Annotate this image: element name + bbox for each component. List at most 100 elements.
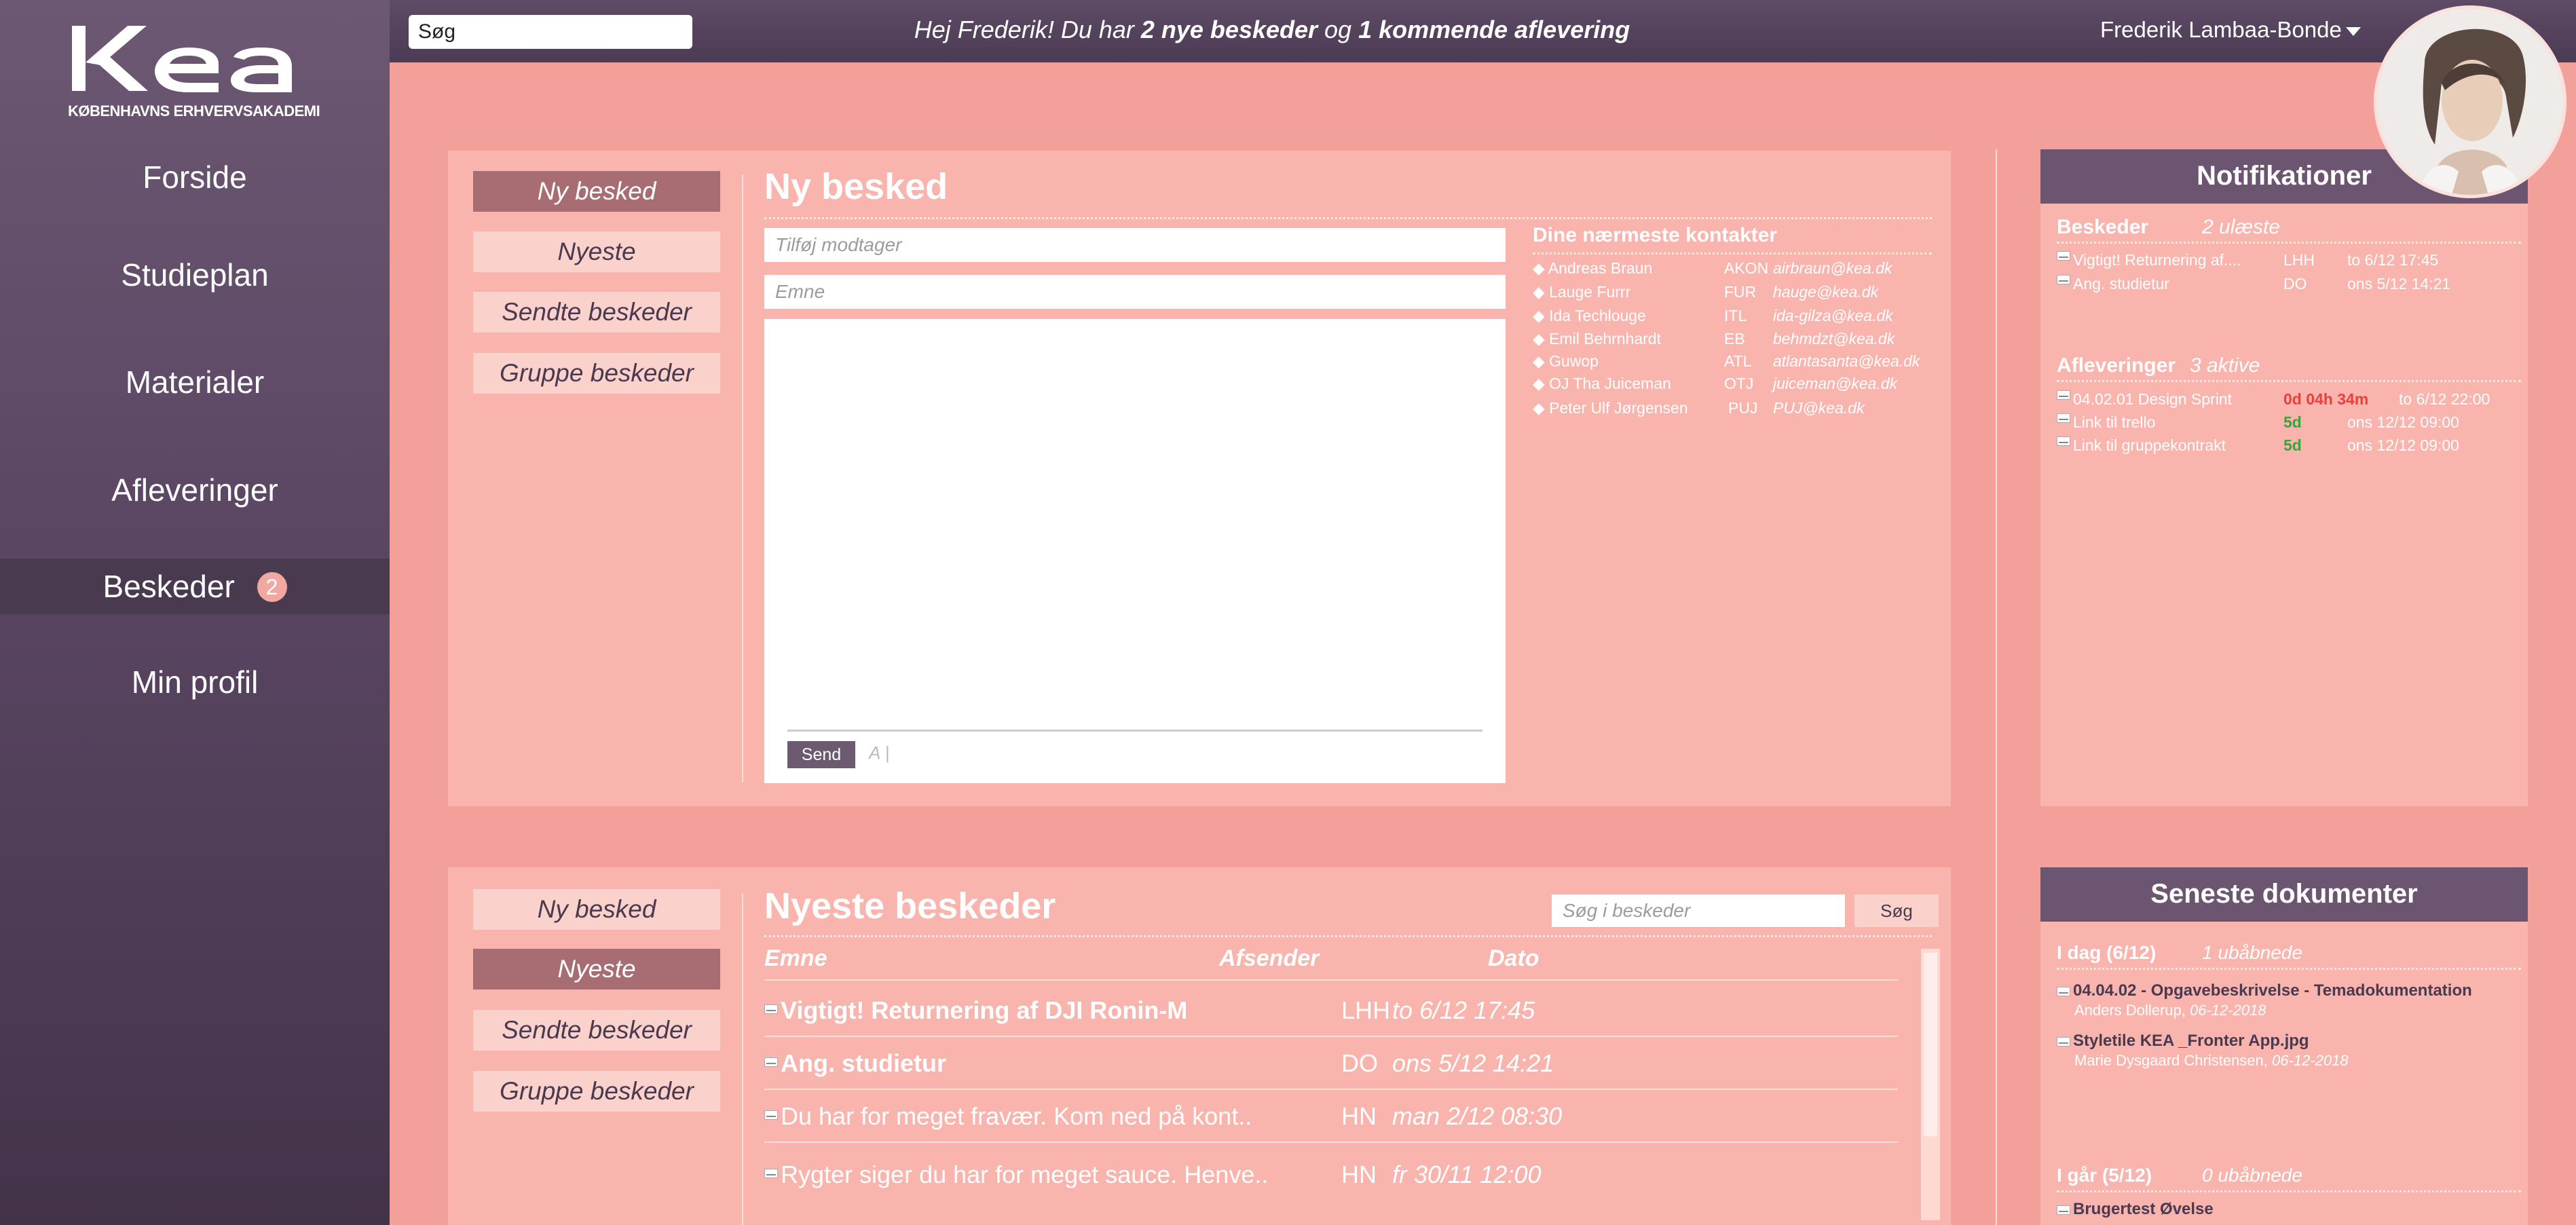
new-messages-count[interactable]: 2 nye beskeder bbox=[1141, 16, 1318, 43]
message-date: man 2/12 08:30 bbox=[1392, 1102, 1563, 1130]
contact-email[interactable]: hauge@kea.dk bbox=[1773, 283, 1878, 301]
document-icon bbox=[2057, 1036, 2070, 1047]
subject-field[interactable] bbox=[764, 275, 1506, 309]
document-link[interactable]: 04.04.02 - Opgavebeskrivelse - Temadokum… bbox=[2057, 981, 2472, 1000]
document-name: Brugertest Øvelse bbox=[2073, 1200, 2214, 1218]
nav-item-materialer[interactable]: Materialer bbox=[0, 354, 390, 410]
editor-toolbar-divider bbox=[787, 730, 1482, 732]
contact-name: ◆ OJ Tha Juiceman bbox=[1533, 375, 1671, 392]
contact-code: EB bbox=[1724, 330, 1745, 347]
subnav-latest[interactable]: Nyeste bbox=[473, 949, 720, 990]
document-name: Styletile KEA _Fronter App.jpg bbox=[2073, 1032, 2309, 1050]
upcoming-deliveries-count[interactable]: 1 kommende aflevering bbox=[1358, 16, 1630, 43]
contact-email[interactable]: PUJ@kea.dk bbox=[1773, 399, 1865, 417]
top-bar: Hej Frederik! Du har 2 nye beskeder og 1… bbox=[390, 0, 2576, 62]
subnav-sent[interactable]: Sendte beskeder bbox=[473, 292, 720, 333]
subnav-group[interactable]: Gruppe beskeder bbox=[473, 1071, 720, 1112]
recipient-field[interactable] bbox=[764, 228, 1506, 262]
nav-item-studieplan[interactable]: Studieplan bbox=[0, 247, 390, 303]
delivery-row[interactable]: Link til gruppekontrakt 5d ons 12/12 09:… bbox=[2057, 436, 2518, 457]
column-divider bbox=[1996, 149, 1997, 1225]
subnav-new-message[interactable]: Ny besked bbox=[473, 171, 720, 212]
delivery-row[interactable]: 04.02.01 Design Sprint 0d 04h 34m to 6/1… bbox=[2057, 390, 2518, 411]
message-body-editor[interactable]: Send A | bbox=[764, 319, 1506, 783]
messages-section-title: Beskeder bbox=[2057, 216, 2149, 238]
text-format-icon[interactable]: A | bbox=[869, 742, 889, 764]
avatar[interactable] bbox=[2374, 5, 2566, 198]
contact-email[interactable]: juiceman@kea.dk bbox=[1773, 375, 1897, 393]
mail-icon bbox=[2057, 436, 2070, 446]
message-subject: Rygter siger du har for meget sauce. Hen… bbox=[781, 1161, 1269, 1188]
delivery-deadline: ons 12/12 09:00 bbox=[2347, 413, 2459, 431]
subnav-latest[interactable]: Nyeste bbox=[473, 231, 720, 272]
title-divider bbox=[764, 217, 1932, 219]
compose-title: Ny besked bbox=[764, 166, 948, 207]
document-author: Anders Dollerup, bbox=[2074, 1002, 2186, 1019]
sidebar: KØBENHAVNS ERHVERVSAKADEMI Forside Studi… bbox=[0, 0, 390, 1225]
notifications-panel: Notifikationer Beskeder 2 ulæste Vigtigt… bbox=[2040, 149, 2528, 806]
contact-email[interactable]: ida-gilza@kea.dk bbox=[1773, 307, 1893, 325]
nav-item-min-profil[interactable]: Min profil bbox=[0, 654, 390, 710]
unread-badge: 2 bbox=[257, 571, 287, 602]
notification-message-row[interactable]: Ang. studietur DO ons 5/12 14:21 bbox=[2057, 275, 2518, 295]
contact-code: ITL bbox=[1724, 307, 1747, 324]
message-row[interactable]: Du har for meget fravær. Kom ned på kont… bbox=[764, 1090, 1898, 1143]
message-row[interactable]: Ang. studietur DO ons 5/12 14:21 bbox=[764, 1037, 1898, 1090]
title-divider bbox=[764, 935, 1932, 937]
messages-list-title: Nyeste beskeder bbox=[764, 886, 1056, 926]
column-header-sender[interactable]: Afsender bbox=[1219, 945, 1319, 972]
delivery-name: Link til gruppekontrakt bbox=[2073, 436, 2226, 454]
nav-label: Beskeder bbox=[102, 569, 235, 604]
notification-sender: DO bbox=[2283, 275, 2307, 293]
document-link[interactable]: Styletile KEA _Fronter App.jpg bbox=[2057, 1032, 2309, 1051]
document-link[interactable]: Brugertest Øvelse bbox=[2057, 1200, 2214, 1219]
delivery-name: 04.02.01 Design Sprint bbox=[2073, 390, 2232, 408]
section-divider bbox=[2057, 968, 2521, 970]
contact-email[interactable]: atlantasanta@kea.dk bbox=[1773, 352, 1920, 371]
contact-name: ◆ Ida Techlouge bbox=[1533, 307, 1646, 324]
mail-icon bbox=[764, 1110, 778, 1120]
mail-icon bbox=[764, 1169, 778, 1178]
message-row[interactable]: Vigtigt! Returnering af DJI Ronin-M LHH … bbox=[764, 984, 1898, 1037]
documents-panel: Seneste dokumenter I dag (6/12) 1 ubåbne… bbox=[2040, 867, 2528, 1225]
column-header-subject[interactable]: Emne bbox=[764, 945, 827, 972]
column-header-date[interactable]: Dato bbox=[1488, 945, 1539, 972]
nav-label: Materialer bbox=[125, 364, 265, 400]
message-date: ons 5/12 14:21 bbox=[1392, 1049, 1554, 1077]
scrollbar-thumb[interactable] bbox=[1924, 953, 1937, 1136]
contact-name: ◆ Andreas Braun bbox=[1533, 259, 1653, 277]
search-input[interactable] bbox=[409, 15, 692, 49]
messages-unread-count: 2 ulæste bbox=[2202, 216, 2281, 238]
contact-code: FUR bbox=[1724, 283, 1757, 301]
contact-email[interactable]: airbraun@kea.dk bbox=[1773, 259, 1892, 278]
delivery-row[interactable]: Link til trello 5d ons 12/12 09:00 bbox=[2057, 413, 2518, 434]
nav-item-beskeder[interactable]: Beskeder 2 bbox=[0, 559, 390, 614]
user-menu[interactable]: Frederik Lambaa-Bonde bbox=[2100, 0, 2361, 62]
contact-email[interactable]: behmdzt@kea.dk bbox=[1773, 330, 1894, 348]
nav-label: Min profil bbox=[131, 664, 259, 700]
message-list-scrollbar[interactable] bbox=[1921, 949, 1940, 1220]
notification-message-row[interactable]: Vigtigt! Returnering af.... LHH to 6/12 … bbox=[2057, 251, 2518, 271]
nav-item-forside[interactable]: Forside bbox=[0, 149, 390, 205]
notification-sender: LHH bbox=[2283, 251, 2315, 269]
message-row[interactable]: Rygter siger du har for meget sauce. Hen… bbox=[764, 1148, 1898, 1200]
notification-subject: Vigtigt! Returnering af.... bbox=[2073, 251, 2241, 269]
subnav-group[interactable]: Gruppe beskeder bbox=[473, 353, 720, 394]
mail-icon bbox=[2057, 413, 2070, 423]
today-section-title: I dag (6/12) bbox=[2057, 942, 2157, 963]
message-search-button[interactable]: Søg bbox=[1854, 894, 1939, 927]
yesterday-unopened-count: 0 ubåbnede bbox=[2202, 1165, 2302, 1186]
documents-title: Seneste dokumenter bbox=[2040, 867, 2528, 922]
mail-icon bbox=[2057, 251, 2070, 261]
avatar-portrait bbox=[2377, 9, 2563, 195]
subnav-new-message[interactable]: Ny besked bbox=[473, 889, 720, 930]
send-button[interactable]: Send bbox=[787, 741, 855, 768]
message-search-input[interactable] bbox=[1552, 894, 1845, 927]
contact-code: PUJ bbox=[1728, 399, 1758, 417]
message-subject: Ang. studietur bbox=[781, 1049, 946, 1077]
mail-icon bbox=[764, 1004, 778, 1014]
kea-logo[interactable]: KØBENHAVNS ERHVERVSAKADEMI bbox=[68, 23, 326, 125]
contact-name: ◆ Peter Ulf Jørgensen bbox=[1533, 399, 1688, 417]
nav-item-afleveringer[interactable]: Afleveringer bbox=[0, 462, 390, 518]
subnav-sent[interactable]: Sendte beskeder bbox=[473, 1010, 720, 1051]
